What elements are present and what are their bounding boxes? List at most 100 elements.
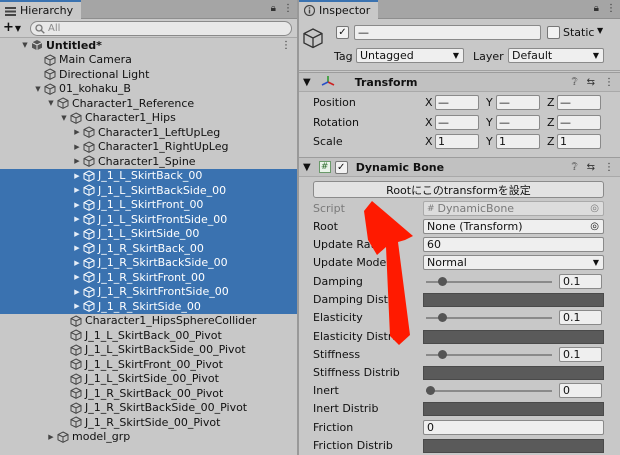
hierarchy-item[interactable]: ▶ Character1_LeftUpLeg [0,125,297,140]
hierarchy-item[interactable]: ▶ Character1_RightUpLeg [0,140,297,155]
expand-arrow-icon[interactable]: ▼ [46,99,56,107]
static-dropdown-icon[interactable]: ▼ [597,26,603,35]
slider-thumb[interactable] [426,386,435,396]
damping-distrib-curve-field[interactable] [423,293,604,308]
hierarchy-item[interactable]: ▼ Character1_Reference [0,96,297,111]
lock-icon[interactable]: 🔒︎ [594,3,599,14]
friction-distrib-curve-field[interactable] [423,438,604,453]
set-root-button[interactable]: Rootにこのtransformを設定 [313,181,604,198]
hierarchy-item[interactable]: J_1_R_SkirtSide_00_Pivot [0,415,297,430]
hierarchy-item[interactable]: ▼ Character1_Hips [0,111,297,126]
collapsed-arrow-icon[interactable]: ▶ [72,259,82,267]
collapsed-arrow-icon[interactable]: ▶ [72,273,82,281]
collapsed-arrow-icon[interactable]: ▶ [72,128,82,136]
collapsed-arrow-icon[interactable]: ▶ [72,143,82,151]
hierarchy-item-selected[interactable]: ▶ J_1_R_SkirtBack_00 [0,241,297,256]
help-icon[interactable]: ❔︎ [572,77,578,88]
expand-arrow-icon[interactable]: ▼ [20,41,30,49]
update-rate-field[interactable]: 60 [423,237,604,252]
stiffness-distrib-curve-field[interactable] [423,366,604,380]
component-menu-icon[interactable]: ⋮ [604,77,614,88]
hierarchy-item-selected[interactable]: ▶ J_1_R_SkirtFront_00 [0,270,297,285]
elasticity-slider[interactable] [424,310,552,325]
collapsed-arrow-icon[interactable]: ▶ [72,288,82,296]
position-y-field[interactable]: — [496,95,540,110]
scale-y-field[interactable]: 1 [496,134,540,149]
component-menu-icon[interactable]: ⋮ [604,162,614,173]
slider-thumb[interactable] [437,313,447,323]
collapsed-arrow-icon[interactable]: ▶ [72,230,82,238]
fold-arrow-icon[interactable]: ▼ [303,77,311,88]
static-checkbox[interactable] [547,26,560,39]
hierarchy-item[interactable]: J_1_L_SkirtBack_00_Pivot [0,328,297,343]
dynamic-bone-header[interactable]: ▼ # ✓ Dynamic Bone ❔︎ ⇆ ⋮ [299,157,620,177]
inert-slider[interactable] [424,383,552,398]
layer-dropdown[interactable]: Default ▼ [508,48,604,63]
collapsed-arrow-icon[interactable]: ▶ [72,157,82,165]
hierarchy-item-selected[interactable]: ▶ J_1_L_SkirtSide_00 [0,226,297,241]
kebab-menu-icon[interactable]: ⋮ [283,3,293,14]
stiffness-slider[interactable] [424,347,552,362]
rotation-y-field[interactable]: — [496,115,540,130]
scene-row[interactable]: ▼ Untitled* ⋮ [0,38,297,53]
elasticity-value-field[interactable]: 0.1 [559,310,602,326]
lock-icon[interactable]: 🔒︎ [271,3,276,14]
hierarchy-item-selected[interactable]: ▶ J_1_R_SkirtBackSide_00 [0,255,297,270]
help-icon[interactable]: ❔︎ [572,162,578,173]
hierarchy-item[interactable]: ▶ model_grp [0,430,297,445]
fold-arrow-icon[interactable]: ▼ [303,162,311,173]
hierarchy-item[interactable]: ▶ Character1_Spine [0,154,297,169]
scene-menu-icon[interactable]: ⋮ [281,40,291,51]
rotation-z-field[interactable]: — [557,115,601,130]
hierarchy-item[interactable]: J_1_L_SkirtSide_00_Pivot [0,372,297,387]
hierarchy-item-selected[interactable]: ▶ J_1_L_SkirtFrontSide_00 [0,212,297,227]
hierarchy-item-selected[interactable]: ▶ J_1_L_SkirtFront_00 [0,197,297,212]
hierarchy-item[interactable]: J_1_L_SkirtFront_00_Pivot [0,357,297,372]
preset-icon[interactable]: ⇆ [587,162,595,173]
collapsed-arrow-icon[interactable]: ▶ [72,186,82,194]
slider-thumb[interactable] [437,349,447,359]
search-input[interactable]: All [30,21,292,36]
tag-dropdown[interactable]: Untagged ▼ [356,48,464,63]
elasticity-distrib-curve-field[interactable] [423,329,604,344]
rotation-x-field[interactable]: — [435,115,479,130]
hierarchy-item[interactable]: Directional Light [0,67,297,82]
stiffness-value-field[interactable]: 0.1 [559,346,602,362]
active-checkbox[interactable]: ✓ [336,26,349,39]
position-x-field[interactable]: — [435,95,479,110]
hierarchy-item[interactable]: ▼ 01_kohaku_B [0,82,297,97]
hierarchy-item[interactable]: J_1_R_SkirtBackSide_00_Pivot [0,401,297,416]
hierarchy-item-selected[interactable]: ▶ J_1_R_SkirtFrontSide_00 [0,284,297,299]
damping-slider[interactable] [424,274,552,289]
position-z-field[interactable]: — [557,95,601,110]
inspector-tab[interactable]: Inspector [299,0,379,19]
inert-distrib-curve-field[interactable] [423,402,604,417]
expand-arrow-icon[interactable]: ▼ [59,114,69,122]
collapsed-arrow-icon[interactable]: ▶ [72,215,82,223]
hierarchy-item[interactable]: Main Camera [0,53,297,68]
transform-header[interactable]: ▼ Transform ❔︎ ⇆ ⋮ [299,72,620,92]
hierarchy-item-selected[interactable]: ▶ J_1_R_SkirtSide_00 [0,299,297,314]
collapsed-arrow-icon[interactable]: ▶ [72,201,82,209]
object-picker-icon[interactable]: ◎ [590,221,599,232]
root-field[interactable]: None (Transform) ◎ [423,219,604,234]
add-button[interactable]: +▼ [3,21,21,36]
expand-arrow-icon[interactable]: ▼ [33,85,43,93]
hierarchy-item-selected[interactable]: ▶ J_1_L_SkirtBack_00 [0,168,297,183]
collapsed-arrow-icon[interactable]: ▶ [46,433,56,441]
collapsed-arrow-icon[interactable]: ▶ [72,302,82,310]
scale-x-field[interactable]: 1 [435,134,479,149]
collapsed-arrow-icon[interactable]: ▶ [72,244,82,252]
damping-value-field[interactable]: 0.1 [559,274,602,289]
dynamic-bone-enabled-checkbox[interactable]: ✓ [334,160,348,174]
hierarchy-item[interactable]: Character1_HipsSphereCollider [0,314,297,329]
inert-value-field[interactable]: 0 [559,383,602,399]
name-field[interactable]: — [354,25,541,40]
kebab-menu-icon[interactable]: ⋮ [606,3,616,14]
update-mode-dropdown[interactable]: Normal ▼ [423,255,604,270]
slider-thumb[interactable] [437,277,447,286]
hierarchy-item-selected[interactable]: ▶ J_1_L_SkirtBackSide_00 [0,183,297,198]
hierarchy-item[interactable]: J_1_R_SkirtBack_00_Pivot [0,386,297,401]
scale-z-field[interactable]: 1 [557,134,601,149]
friction-field[interactable]: 0 [423,419,604,435]
